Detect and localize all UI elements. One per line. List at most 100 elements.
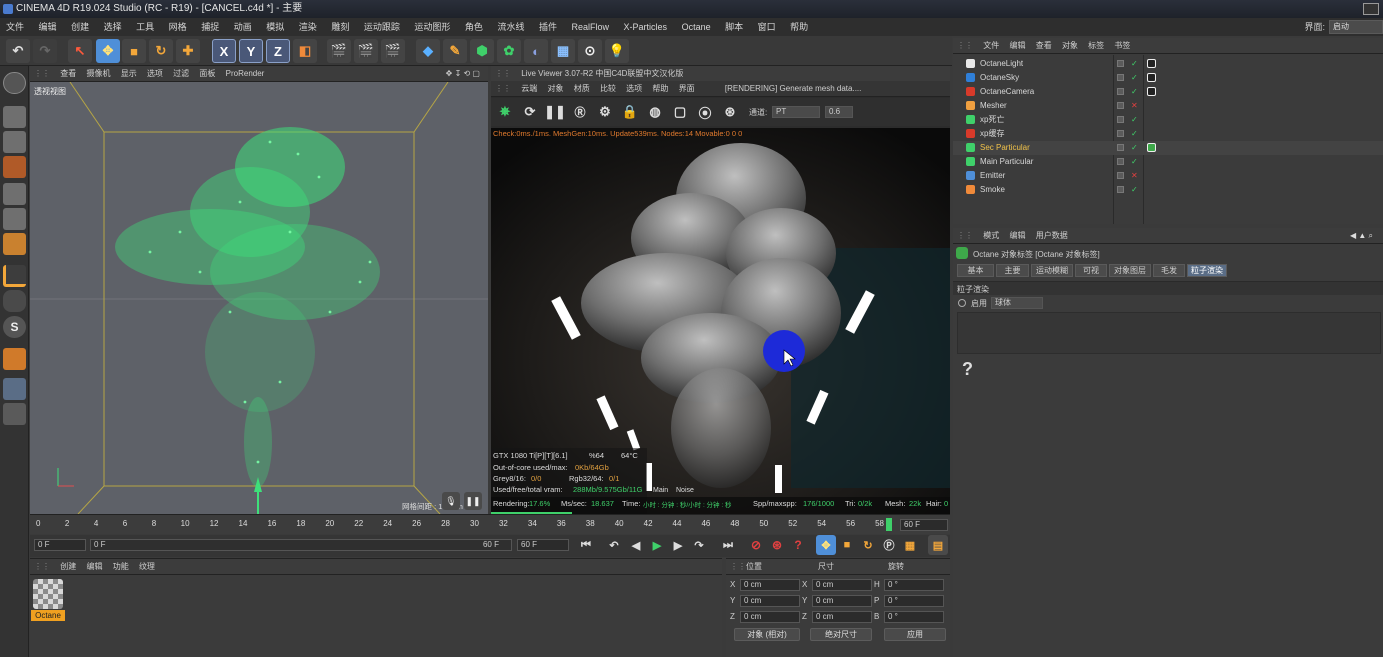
viewport-menu-cameras[interactable]: 摄像机 — [86, 69, 110, 78]
y-axis-icon[interactable]: Y — [239, 39, 263, 63]
object-tag-icon[interactable] — [1147, 115, 1156, 124]
object-row[interactable]: xp死亡 ✓ — [953, 113, 1383, 127]
material-thumbnail[interactable] — [33, 579, 63, 609]
microphone-icon[interactable]: 🎙 — [442, 492, 460, 510]
record-icon[interactable]: ⊘ — [746, 535, 766, 555]
magnet-icon[interactable] — [3, 348, 26, 370]
light-toolbar-icon[interactable]: 💡 — [605, 39, 629, 63]
points-mode-icon[interactable] — [3, 183, 26, 205]
om-menu-edit[interactable]: 编辑 — [1009, 41, 1025, 50]
menu-motion-tracking[interactable]: 运动跟踪 — [364, 22, 400, 32]
coord-value-field[interactable]: 0 cm — [812, 611, 872, 623]
mm-menu-texture[interactable]: 纹理 — [139, 562, 155, 571]
coord-value-field[interactable]: 0 cm — [812, 579, 872, 591]
coord-value-field[interactable]: 0 ° — [884, 595, 944, 607]
om-menu-view[interactable]: 查看 — [1036, 41, 1052, 50]
visibility-toggle[interactable] — [1117, 186, 1124, 193]
tab-main[interactable]: 主要 — [996, 264, 1029, 277]
am-menu-mode[interactable]: 模式 — [983, 231, 999, 240]
viewport-nav-icons[interactable]: ✥ ↧ ⟲ ▢ — [446, 66, 480, 82]
model-mode-icon[interactable] — [3, 106, 26, 128]
key-scale-icon[interactable]: ■ — [837, 535, 857, 555]
axis-mode-icon[interactable] — [3, 265, 26, 287]
go-to-start-icon[interactable]: ⏮ — [576, 535, 596, 555]
apply-button[interactable]: 应用 — [884, 628, 946, 641]
object-tag-icon[interactable] — [1147, 171, 1156, 180]
menu-create[interactable]: 创建 — [71, 22, 89, 32]
object-row[interactable]: Main Particular ✓ — [953, 155, 1383, 169]
enabled-check-icon[interactable]: ✓ — [1131, 57, 1138, 71]
mm-menu-create[interactable]: 创建 — [60, 562, 76, 571]
add-object-icon[interactable]: ✚ — [176, 39, 200, 63]
visibility-toggle[interactable] — [1117, 158, 1124, 165]
menu-select[interactable]: 选择 — [104, 22, 122, 32]
end-frame-field[interactable]: 60 F — [517, 539, 569, 551]
lock-icon[interactable]: 🔒 — [618, 100, 642, 124]
deformer-icon[interactable]: ◐ — [524, 39, 548, 63]
object-tag-icon[interactable] — [1147, 73, 1156, 82]
material-name[interactable]: Octane — [31, 610, 65, 621]
pen-icon[interactable]: ✎ — [443, 39, 467, 63]
subdivision-icon[interactable]: ⬢ — [470, 39, 494, 63]
om-menu-bookmarks[interactable]: 书签 — [1114, 41, 1130, 50]
camera-toolbar-icon[interactable]: ⊙ — [578, 39, 602, 63]
menu-simulate[interactable]: 模拟 — [266, 22, 284, 32]
texture-mode-icon[interactable] — [3, 131, 26, 153]
object-tag-icon[interactable] — [1147, 143, 1156, 152]
coord-value-field[interactable]: 0 cm — [740, 611, 800, 623]
settings-gear-icon[interactable]: ⚙ — [593, 100, 617, 124]
object-tag-icon[interactable] — [1147, 185, 1156, 194]
make-editable-icon[interactable] — [3, 72, 26, 94]
prev-key-icon[interactable]: ↶ — [604, 535, 624, 555]
object-tag-icon[interactable] — [1147, 59, 1156, 68]
sphere-preview-icon[interactable]: ◍ — [643, 100, 667, 124]
lv-menu-cloud[interactable]: 云端 — [521, 84, 537, 93]
start-frame-field[interactable]: 0 F — [34, 539, 86, 551]
help-icon[interactable]: ? — [962, 359, 973, 380]
coord-value-field[interactable]: 0 cm — [740, 579, 800, 591]
next-frame-icon[interactable]: ▶ — [668, 535, 688, 555]
visibility-toggle[interactable] — [1117, 102, 1124, 109]
z-axis-icon[interactable]: Z — [266, 39, 290, 63]
lv-menu-interface[interactable]: 界面 — [679, 84, 695, 93]
lv-menu-help[interactable]: 帮助 — [652, 84, 668, 93]
size-mode-select[interactable]: 绝对尺寸 — [810, 628, 872, 641]
live-select-icon[interactable]: ↖ — [68, 39, 92, 63]
perspective-viewport[interactable]: 透视视图 网格间距: 100 cm 🎙 ❚❚ — [30, 82, 488, 514]
tab-visibility[interactable]: 可视 — [1075, 264, 1107, 277]
render-view[interactable]: Check:0ms./1ms. MeshGen:10ms. Update539m… — [491, 128, 950, 514]
edges-mode-icon[interactable] — [3, 208, 26, 230]
particle-shape-select[interactable]: 球体 — [991, 297, 1043, 309]
coord-value-field[interactable]: 0 ° — [884, 611, 944, 623]
move-icon[interactable]: ✥ — [96, 39, 120, 63]
tab-main[interactable]: Main — [653, 487, 668, 494]
menu-help[interactable]: 帮助 — [790, 22, 808, 32]
redo-icon[interactable]: ↷ — [33, 39, 57, 63]
menu-plugins[interactable]: 插件 — [539, 22, 557, 32]
channel-select[interactable]: PT — [772, 106, 820, 118]
enabled-check-icon[interactable]: ✓ — [1131, 113, 1138, 127]
menu-mograph[interactable]: 运动图形 — [414, 22, 450, 32]
tweak-mode-icon[interactable] — [3, 290, 26, 312]
visibility-toggle[interactable] — [1117, 88, 1124, 95]
render-settings-icon[interactable]: 🎬 — [381, 39, 405, 63]
enabled-check-icon[interactable]: ✓ — [1131, 183, 1138, 197]
object-row[interactable]: OctaneSky ✓ — [953, 71, 1383, 85]
disabled-icon[interactable]: ✕ — [1131, 169, 1138, 183]
coord-value-field[interactable]: 0 cm — [812, 595, 872, 607]
key-parameter-icon[interactable]: Ⓟ — [879, 535, 899, 555]
viewport-menu-filter[interactable]: 过滤 — [173, 69, 189, 78]
restart-icon[interactable]: ⟳ — [518, 100, 542, 124]
timeline-window-icon[interactable]: ▤ — [928, 535, 948, 555]
menu-realflow[interactable]: RealFlow — [572, 22, 610, 32]
keyframe-selection-icon[interactable]: ? — [788, 535, 808, 555]
menu-mesh[interactable]: 网格 — [169, 22, 187, 32]
am-menu-userdata[interactable]: 用户数据 — [1036, 231, 1068, 240]
mm-menu-function[interactable]: 功能 — [113, 562, 129, 571]
om-menu-tags[interactable]: 标签 — [1088, 41, 1104, 50]
visibility-toggle[interactable] — [1117, 60, 1124, 67]
lv-menu-material[interactable]: 材质 — [574, 84, 590, 93]
disabled-icon[interactable]: ✕ — [1131, 99, 1138, 113]
snap-icon[interactable]: S — [3, 316, 26, 338]
tab-motion-blur[interactable]: 运动模糊 — [1031, 264, 1073, 277]
